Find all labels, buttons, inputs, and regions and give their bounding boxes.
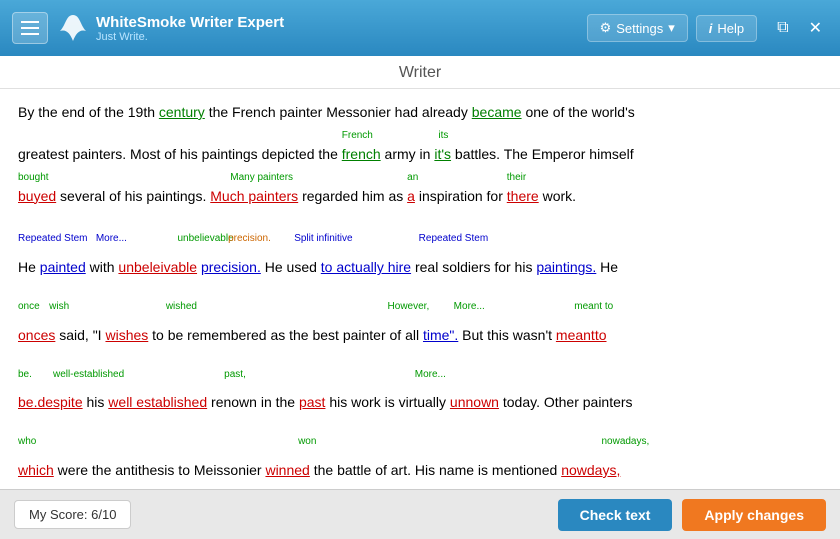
unknown-label: More... <box>415 366 446 383</box>
repeated-stem-label-2: Repeated Stem <box>419 230 489 247</box>
text-line-2: greatest painters. Most of his paintings… <box>18 143 822 167</box>
past-word: past <box>299 394 325 410</box>
its-annotation: its it's <box>434 143 451 167</box>
which-word: which <box>18 462 54 478</box>
french-annotation: French french <box>342 143 381 167</box>
an-annotation: an a <box>407 185 415 209</box>
many-painters-annotation: Many painters Much painters <box>210 185 298 209</box>
text-line-9: be.despite his well established renown i… <box>18 391 822 415</box>
once-label: once <box>18 298 40 315</box>
many-painters-suggestion: Many painters <box>230 169 293 186</box>
editor-area[interactable]: By the end of the 19th century the Frenc… <box>0 89 840 489</box>
unnown-word: unnown <box>450 394 499 410</box>
its-suggestion: its <box>438 127 448 144</box>
century-annotation: century <box>159 101 205 125</box>
footer: My Score: 6/10 Check text Apply changes <box>0 489 840 539</box>
who-label: who <box>18 433 36 450</box>
gear-icon: ⚙ <box>600 20 612 36</box>
app-name: WhiteSmoke Writer Expert <box>96 14 284 31</box>
text-line-11: which were the antithesis to Meissonier … <box>18 459 822 483</box>
chevron-down-icon: ▾ <box>668 20 675 36</box>
their-suggestion: their <box>507 169 526 186</box>
precision-label: precision. <box>228 230 271 247</box>
text-line-5: He painted with unbeleivable precision. … <box>18 256 822 280</box>
more-label: More... <box>454 298 485 315</box>
be-despite-word: be.despite <box>18 394 83 410</box>
meantto-label: meant to <box>574 298 613 315</box>
became-word: became <box>472 104 522 120</box>
its-word: it's <box>434 146 451 162</box>
onces-word: onces <box>18 327 55 343</box>
however-label: However, <box>388 298 430 315</box>
text-line-1: By the end of the 19th century the Frenc… <box>18 101 822 125</box>
score-badge: My Score: 6/10 <box>14 500 131 529</box>
nowdays-word: nowdays, <box>561 462 620 478</box>
text-line-4: Repeated Stem More... unbelievable preci… <box>18 230 822 254</box>
header-actions: ⚙ Settings ▾ i Help ⧉ ✕ <box>587 14 828 42</box>
much-painters-word: Much painters <box>210 188 298 204</box>
french-suggestion: French <box>342 127 373 144</box>
titlebar: WhiteSmoke Writer Expert Just Write. ⚙ S… <box>0 0 840 56</box>
logo-text: WhiteSmoke Writer Expert Just Write. <box>96 14 284 43</box>
content-area: Writer By the end of the 19th century th… <box>0 56 840 539</box>
split-infinitive-label: Split infinitive <box>294 230 352 247</box>
restore-button[interactable]: ⧉ <box>771 17 794 39</box>
app-tagline: Just Write. <box>96 31 284 43</box>
nowadays-label: nowadays, <box>601 433 649 450</box>
precision-word: precision. <box>201 259 261 275</box>
text-line-3: bought buyed several of his paintings. M… <box>18 185 822 209</box>
be-label: be. <box>18 366 32 383</box>
text-line-10: who won <box>18 433 822 457</box>
writer-title: Writer <box>0 56 840 89</box>
settings-button[interactable]: ⚙ Settings ▾ <box>587 14 688 42</box>
unbeleivable-word: unbeleivable <box>118 259 197 275</box>
won-label: won <box>298 433 316 450</box>
logo-area: WhiteSmoke Writer Expert Just Write. <box>58 13 577 43</box>
wished-label: wished <box>166 298 197 315</box>
winned-word: winned <box>265 462 309 478</box>
text-line-6: once wish wished However <box>18 298 822 322</box>
check-text-button[interactable]: Check text <box>558 499 673 531</box>
their-annotation: their there <box>507 185 539 209</box>
wish-label: wish <box>49 298 69 315</box>
french-word: french <box>342 146 381 162</box>
to-actually-hire: to actually hire <box>321 259 411 275</box>
info-icon: i <box>709 21 713 36</box>
hamburger-button[interactable] <box>12 12 48 44</box>
unbelievable-label: unbelievable <box>177 230 233 247</box>
close-button[interactable]: ✕ <box>803 16 828 40</box>
an-suggestion: an <box>407 169 418 186</box>
became-annotation: became <box>472 101 522 125</box>
paintings-word: paintings. <box>536 259 596 275</box>
buyed-word: buyed <box>18 188 56 204</box>
time-word: time". <box>423 327 458 343</box>
text-line-7: onces said, "I wishes to be remembered a… <box>18 324 822 348</box>
wishes-word: wishes <box>105 327 148 343</box>
repeated-stem-label-1: Repeated Stem More... <box>18 230 127 247</box>
logo-icon <box>58 13 88 43</box>
century-word: century <box>159 104 205 120</box>
bought-annotation: bought buyed <box>18 185 56 209</box>
past-label: past, <box>224 366 246 383</box>
painted-word: painted <box>40 259 86 275</box>
there-word: there <box>507 188 539 204</box>
a-word: a <box>407 188 415 204</box>
well-established-label: well-established <box>53 366 124 383</box>
well-established-word: well established <box>108 394 207 410</box>
bought-suggestion: bought <box>18 169 49 186</box>
apply-changes-button[interactable]: Apply changes <box>682 499 826 531</box>
meantto-word: meantto <box>556 327 607 343</box>
window-controls: ⧉ ✕ <box>771 16 828 40</box>
help-button[interactable]: i Help <box>696 15 757 42</box>
text-line-8: be. well-established past, <box>18 366 822 390</box>
